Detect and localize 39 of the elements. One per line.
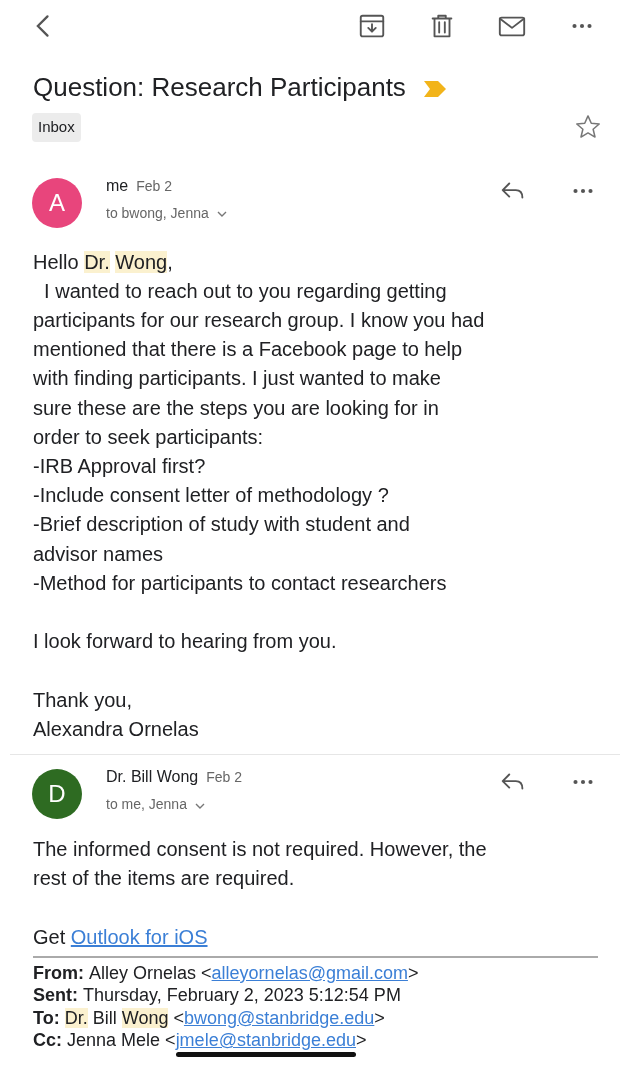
importance-marker-icon[interactable] bbox=[421, 79, 448, 100]
body-text-line: order to seek participants: bbox=[33, 424, 265, 450]
body-text-line: with finding participants. I just wanted to make bbox=[33, 366, 442, 392]
sender-name: Dr. Bill Wong bbox=[106, 766, 199, 787]
link[interactable]: jmele@stanbridge.edu bbox=[175, 1030, 356, 1051]
chevron-down-icon[interactable] bbox=[194, 801, 205, 810]
body-text-line: Hello Dr. Wong, bbox=[33, 249, 174, 275]
avatar: D bbox=[32, 768, 82, 819]
body-text-line: Alexandra Ornelas bbox=[33, 716, 200, 742]
body-text-line: -Brief description of study with student and bbox=[33, 512, 411, 538]
recipients-text: to me, Jenna bbox=[106, 795, 187, 815]
body-text-line: -IRB Approval first? bbox=[33, 453, 207, 479]
chevron-down-icon[interactable] bbox=[216, 210, 227, 219]
body-text-line: mentioned that there is a Facebook page to help bbox=[33, 337, 464, 363]
recipients-text: to bwong, Jenna bbox=[106, 204, 209, 223]
avatar: A bbox=[32, 177, 82, 228]
link[interactable]: bwong@stanbridge.edu bbox=[183, 1007, 375, 1028]
body-text-line: participants for our research group. I know you had bbox=[33, 307, 486, 333]
body-text-line: The informed consent is not required. However, the bbox=[33, 836, 488, 862]
link[interactable]: Outlook for iOS bbox=[70, 925, 208, 948]
body-text-line: rest of the items are required. bbox=[33, 866, 296, 892]
subject-title: Question: Research Participants bbox=[33, 71, 406, 104]
sender-name: me bbox=[106, 175, 129, 196]
header-line: Sent: Thursday, February 2, 2023 5:12:54 PM bbox=[32, 984, 402, 1007]
body-text-line: advisor names bbox=[33, 541, 165, 567]
body-text-line: I look forward to hearing from you. bbox=[33, 629, 338, 655]
body-text-line: -Include consent letter of methodology ? bbox=[33, 483, 390, 509]
body-text-line: Thank you, bbox=[33, 687, 133, 713]
header-line: Cc: Jenna Mele <jmele@stanbridge.edu> bbox=[0, 1029, 620, 1052]
body-text-line: -Method for participants to contact researchers bbox=[33, 570, 448, 596]
body-text-line: Get Outlook for iOS bbox=[33, 924, 209, 950]
link[interactable]: alleyornelas@gmail.com bbox=[211, 962, 408, 983]
body-text-line: sure these are the steps you are looking for in bbox=[33, 395, 440, 421]
body-text-line: I wanted to reach out to you regarding getting bbox=[43, 278, 448, 304]
message-date: Feb 2 bbox=[136, 176, 173, 196]
header-line: From: Alley Ornelas <alleyornelas@gmail.com> bbox=[32, 961, 420, 985]
message-date: Feb 2 bbox=[206, 767, 242, 787]
label-chip: Inbox bbox=[32, 113, 81, 142]
header-line: To: Dr. Bill Wong <bwong@stanbridge.edu> bbox=[32, 1006, 386, 1030]
